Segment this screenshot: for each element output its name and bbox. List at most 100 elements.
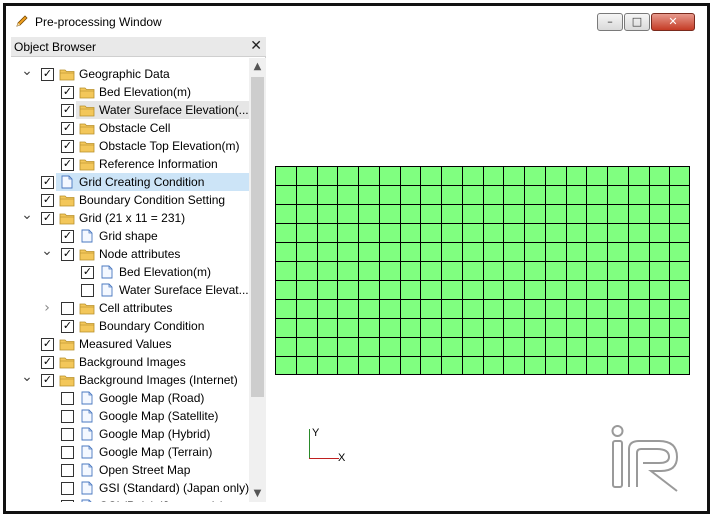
- pencil-icon: [16, 15, 28, 27]
- tree-item[interactable]: Open Street Map: [11, 461, 249, 479]
- close-button[interactable]: ✕: [651, 13, 695, 31]
- tree-item-label: Google Map (Terrain): [99, 445, 213, 459]
- tree-item[interactable]: ✓ Boundary Condition: [11, 317, 249, 335]
- tree-item[interactable]: ⌄ ✓ Geographic Data: [11, 64, 249, 83]
- visibility-checkbox[interactable]: [61, 302, 74, 315]
- visibility-checkbox[interactable]: ✓: [61, 139, 74, 153]
- folder-icon: [59, 69, 75, 81]
- grid-line-vertical: [296, 166, 297, 375]
- visibility-checkbox[interactable]: ✓: [41, 373, 54, 387]
- tree-item[interactable]: Google Map (Satellite): [11, 407, 249, 425]
- tree-item-label: Google Map (Hybrid): [99, 427, 211, 441]
- scroll-up-icon[interactable]: ▲: [249, 58, 266, 75]
- tree-item[interactable]: ✓ Obstacle Cell: [11, 119, 249, 137]
- visibility-checkbox[interactable]: ✓: [41, 67, 54, 81]
- tree-item[interactable]: ✓ Background Images: [11, 353, 249, 371]
- visibility-checkbox[interactable]: ✓: [41, 211, 54, 225]
- visibility-checkbox[interactable]: ✓: [41, 337, 54, 351]
- tree-item[interactable]: ⌄ ✓ Node attributes: [11, 244, 249, 263]
- tree-item[interactable]: ✓ Obstacle Top Elevation(m): [11, 137, 249, 155]
- folder-icon: [79, 321, 95, 333]
- checkmark-icon: ✓: [62, 157, 73, 170]
- visibility-checkbox[interactable]: ✓: [41, 355, 54, 369]
- tree-scrollbar[interactable]: ▲ ▼: [249, 58, 266, 502]
- tree-item[interactable]: ⌄ ✓ Grid (21 x 11 = 231): [11, 208, 249, 227]
- tree-item[interactable]: › Cell attributes: [11, 299, 249, 317]
- document-icon: [81, 463, 93, 477]
- scroll-down-icon[interactable]: ▼: [249, 485, 266, 502]
- grid-line-horizontal: [275, 337, 690, 338]
- maximize-button[interactable]: □: [624, 13, 650, 31]
- visibility-checkbox[interactable]: [61, 482, 74, 495]
- tree-item[interactable]: ✓ Bed Elevation(m): [11, 263, 249, 281]
- pre-processing-window: Pre-processing Window – □ ✕ Object Brows…: [3, 3, 710, 514]
- visibility-checkbox[interactable]: ✓: [61, 121, 74, 135]
- chevron-down-icon[interactable]: ⌄: [21, 64, 33, 82]
- grid-line-vertical: [379, 166, 380, 375]
- visibility-checkbox[interactable]: [81, 284, 94, 297]
- tree-item-label: Reference Information: [99, 157, 218, 171]
- visibility-checkbox[interactable]: ✓: [61, 247, 74, 261]
- document-icon: [81, 445, 93, 459]
- scroll-thumb[interactable]: [251, 77, 264, 397]
- tree-item-label: Boundary Condition: [99, 319, 205, 333]
- tree-item[interactable]: ✓ Grid Creating Condition: [11, 173, 249, 191]
- grid-line-vertical: [566, 166, 567, 375]
- chevron-right-icon[interactable]: ›: [41, 300, 53, 316]
- visibility-checkbox[interactable]: ✓: [41, 193, 54, 207]
- document-icon: [81, 391, 93, 405]
- tree-item-label: Geographic Data: [79, 67, 170, 81]
- panel-close-icon[interactable]: ✕: [250, 38, 262, 54]
- tree-item[interactable]: Water Sureface Elevat...: [11, 281, 249, 299]
- visibility-checkbox[interactable]: [61, 428, 74, 441]
- tree-item-label: Grid (21 x 11 = 231): [79, 211, 186, 225]
- tree-item[interactable]: ⌄ ✓ Background Images (Internet): [11, 370, 249, 389]
- grid-line-horizontal: [275, 374, 690, 375]
- axis-indicator: Y X: [307, 425, 357, 465]
- chevron-down-icon[interactable]: ⌄: [41, 244, 53, 262]
- title-bar[interactable]: Pre-processing Window – □ ✕: [6, 6, 707, 36]
- visibility-checkbox[interactable]: ✓: [61, 85, 74, 99]
- checkmark-icon: ✓: [62, 319, 73, 332]
- tree-item-label: Node attributes: [99, 247, 181, 261]
- visibility-checkbox[interactable]: ✓: [61, 157, 74, 171]
- visibility-checkbox[interactable]: ✓: [81, 265, 94, 279]
- checkmark-icon: ✓: [62, 85, 73, 98]
- tree-item[interactable]: ✓ Reference Information: [11, 155, 249, 173]
- document-icon: [61, 175, 73, 189]
- graphics-canvas[interactable]: Y X: [267, 37, 706, 502]
- tree-item[interactable]: Google Map (Hybrid): [11, 425, 249, 443]
- tree-item[interactable]: Google Map (Road): [11, 389, 249, 407]
- visibility-checkbox[interactable]: ✓: [61, 319, 74, 333]
- visibility-checkbox[interactable]: [61, 500, 74, 502]
- folder-icon: [79, 303, 95, 315]
- minimize-button[interactable]: –: [597, 13, 623, 31]
- tree-item[interactable]: Google Map (Terrain): [11, 443, 249, 461]
- grid-line-vertical: [441, 166, 442, 375]
- tree-item[interactable]: GSI (Pale) (Japan only): [11, 497, 249, 502]
- visibility-checkbox[interactable]: ✓: [61, 103, 74, 117]
- tree-item[interactable]: ✓ Boundary Condition Setting: [11, 191, 249, 209]
- tree-item[interactable]: ✓ Measured Values: [11, 335, 249, 353]
- chevron-down-icon[interactable]: ⌄: [21, 208, 33, 226]
- tree-item-label: Grid shape: [99, 229, 158, 243]
- visibility-checkbox[interactable]: [61, 464, 74, 477]
- object-browser-header: Object Browser ✕: [11, 37, 266, 57]
- grid-line-vertical: [358, 166, 359, 375]
- tree-item[interactable]: ✓ Bed Elevation(m): [11, 83, 249, 101]
- chevron-down-icon[interactable]: ⌄: [21, 370, 33, 388]
- computational-grid[interactable]: [275, 166, 690, 375]
- visibility-checkbox[interactable]: [61, 410, 74, 423]
- y-axis-arrow: [309, 429, 310, 459]
- visibility-checkbox[interactable]: ✓: [41, 175, 54, 189]
- visibility-checkbox[interactable]: ✓: [61, 229, 74, 243]
- visibility-checkbox[interactable]: [61, 392, 74, 405]
- tree-item[interactable]: ✓ Water Sureface Elevation(...: [11, 101, 249, 119]
- grid-line-horizontal: [275, 242, 690, 243]
- tree-item-label: Bed Elevation(m): [119, 265, 212, 279]
- visibility-checkbox[interactable]: [61, 446, 74, 459]
- grid-line-vertical: [420, 166, 421, 375]
- tree-item[interactable]: GSI (Standard) (Japan only): [11, 479, 249, 497]
- grid-line-vertical: [689, 166, 690, 375]
- tree-item-label: Grid Creating Condition: [79, 175, 205, 189]
